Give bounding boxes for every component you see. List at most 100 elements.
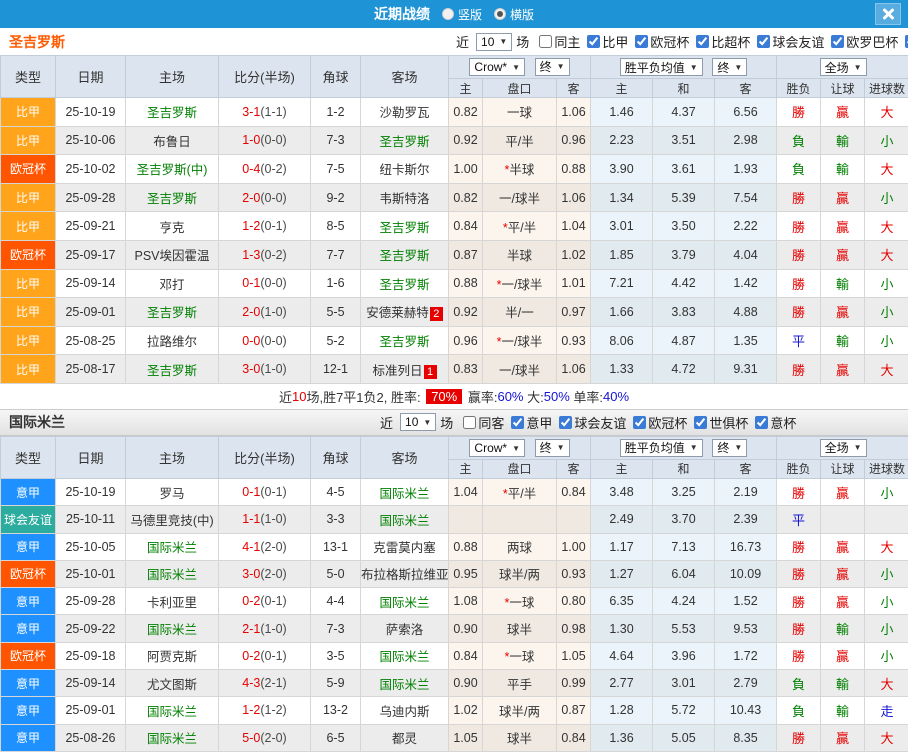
league-filter[interactable]: 比利时杯 — [898, 32, 908, 51]
same-venue-filter[interactable]: 同客 — [456, 413, 504, 432]
handicap-away-odds: 1.05 — [556, 641, 591, 671]
handicap-result-cell-text: 輸 — [836, 676, 850, 692]
halftime-score: (0-0) — [260, 333, 287, 348]
handicap-result-cell: 輸 — [820, 325, 866, 356]
layout-radio-vertical[interactable]: 竖版 — [430, 6, 482, 23]
avg-draw-odds: 4.42 — [652, 268, 715, 299]
handicap-line-text: 半球 — [509, 163, 535, 178]
match-type-badge: 比甲 — [0, 297, 56, 327]
odds-value: 3.83 — [671, 304, 696, 319]
league-filter[interactable]: 球会友谊 — [750, 32, 824, 51]
odds-value: 3.61 — [671, 161, 696, 176]
away-team-name: 韦斯特洛 — [379, 192, 430, 207]
handicap-line-text: 一球 — [506, 106, 532, 121]
league-filter-checkbox[interactable] — [559, 415, 573, 429]
close-button[interactable] — [875, 3, 901, 25]
odds-value: 3.50 — [671, 219, 696, 234]
odds-company-select[interactable]: Crow* — [469, 439, 526, 458]
rank-badge: 1 — [423, 364, 437, 379]
home-team: 罗马 — [125, 477, 219, 507]
match-type-label: 意甲 — [15, 485, 40, 500]
league-filter[interactable]: 欧冠杯 — [626, 413, 687, 432]
corner-score: 6-5 — [310, 723, 361, 752]
odds-value: 0.84 — [453, 648, 478, 663]
league-filter-checkbox[interactable] — [696, 35, 710, 48]
league-filter[interactable]: 球会友谊 — [552, 413, 626, 432]
home-team: 国际米兰 — [125, 723, 219, 752]
odds-value: 6.04 — [671, 566, 696, 581]
recent-count-select[interactable]: 10 — [476, 32, 513, 51]
halftime-score: (1-0) — [260, 362, 287, 377]
same-venue-filter[interactable]: 同主 — [532, 32, 580, 51]
odds-value: 8.35 — [733, 730, 758, 745]
league-filter-checkbox[interactable] — [511, 415, 525, 429]
home-team: 布鲁日 — [125, 125, 219, 156]
league-filter-checkbox[interactable] — [635, 35, 649, 48]
home-team-name: 圣吉罗斯(中) — [136, 163, 208, 178]
radio-icon[interactable] — [494, 8, 506, 20]
league-filter[interactable]: 世俱杯 — [687, 413, 748, 432]
recent-count-select[interactable]: 10 — [400, 413, 437, 432]
league-filter-checkbox[interactable] — [633, 415, 647, 429]
match-type-badge: 球会友谊 — [0, 505, 56, 534]
league-filter[interactable]: 意杯 — [748, 413, 796, 432]
subcol-avg-away: 客 — [713, 78, 778, 98]
league-filter[interactable]: 比甲 — [580, 32, 628, 51]
table-header-row: 类型 日期 主场 比分(半场) 角球 客场 Crow* 终 胜平负均值 终 全场 — [0, 55, 908, 98]
league-filter-checkbox[interactable] — [587, 35, 601, 48]
result-cell: 勝 — [776, 641, 822, 671]
same-venue-filter-checkbox[interactable] — [463, 415, 477, 429]
handicap-away-odds: 0.93 — [556, 559, 591, 589]
match-score: 3-0(2-0) — [218, 559, 311, 589]
odds-value: 1.35 — [733, 333, 758, 348]
result-group-header: 全场 — [776, 435, 908, 460]
full-match-select[interactable]: 全场 — [819, 58, 867, 76]
league-filter-checkbox[interactable] — [831, 35, 845, 48]
league-filter[interactable]: 欧冠杯 — [628, 32, 689, 51]
handicap-result-cell-text: 贏 — [836, 567, 850, 583]
match-type-label: 比甲 — [15, 219, 40, 234]
goals-result-cell-text: 小 — [880, 276, 894, 292]
odds-value: 8.06 — [609, 333, 634, 348]
match-row: 欧冠杯 25-10-01 国际米兰 3-0(2-0) 5-0 布拉格斯拉维亚 0.95 球半/… — [0, 559, 908, 589]
match-type-label: 球会友谊 — [3, 512, 52, 527]
odds-company-select[interactable]: Crow* — [469, 58, 526, 77]
corner-text: 5-9 — [326, 676, 345, 691]
final-odds-select-2[interactable]: 终 — [712, 438, 748, 457]
col-away: 客场 — [360, 55, 449, 98]
avg-draw-odds: 3.96 — [652, 641, 715, 671]
league-filter-label: 意杯 — [770, 415, 797, 431]
league-filter[interactable]: 意甲 — [504, 413, 552, 432]
league-filter-checkbox[interactable] — [755, 415, 769, 429]
final-odds-select-1[interactable]: 终 — [534, 57, 570, 76]
final-odds-select-1[interactable]: 终 — [534, 438, 570, 457]
final-odds-select-2[interactable]: 终 — [712, 58, 748, 76]
avg-home-odds: 1.33 — [590, 354, 653, 384]
goals-result-cell-text: 小 — [880, 334, 894, 350]
corner-score: 7-5 — [310, 154, 361, 184]
same-venue-filter-checkbox[interactable] — [539, 35, 553, 48]
league-filter[interactable]: 欧罗巴杯 — [824, 32, 898, 51]
handicap-result-cell: 輸 — [820, 154, 866, 184]
match-row: 意甲 25-08-26 国际米兰 5-0(2-0) 6-5 都灵 1.05 球半 0.84 1.3… — [0, 723, 908, 752]
full-match-select[interactable]: 全场 — [819, 438, 867, 457]
layout-radio-horizontal[interactable]: 横版 — [482, 6, 534, 23]
match-row: 比甲 25-08-17 圣吉罗斯 3-0(1-0) 12-1 标准列日 1 0.83 一/球半 1… — [0, 354, 908, 384]
odds-value: 4.37 — [671, 104, 696, 119]
match-date: 25-09-21 — [55, 211, 126, 241]
odds-value: 0.83 — [453, 362, 478, 377]
league-filter-checkbox[interactable] — [694, 415, 708, 429]
handicap-home-odds: 0.92 — [448, 297, 483, 327]
match-date: 25-09-28 — [55, 182, 126, 213]
away-team-name: 圣吉罗斯 — [379, 277, 430, 292]
odds-value: 4.72 — [671, 362, 696, 377]
match-score: 0-2(0-1) — [218, 587, 311, 616]
handicap-home-odds: 0.90 — [448, 614, 483, 643]
avg-odds-select[interactable]: 胜平负均值 — [619, 438, 703, 457]
avg-odds-select[interactable]: 胜平负均值 — [619, 58, 703, 76]
league-filter-checkbox[interactable] — [757, 35, 771, 48]
league-filter[interactable]: 比超杯 — [689, 32, 750, 51]
radio-icon[interactable] — [441, 8, 454, 20]
team1-summary: 近 10 场,胜7平1负2, 胜率: 70% 赢率: 60% 大: 50% 单率: 40% — [0, 384, 908, 409]
avg-draw-odds: 5.05 — [652, 723, 715, 752]
